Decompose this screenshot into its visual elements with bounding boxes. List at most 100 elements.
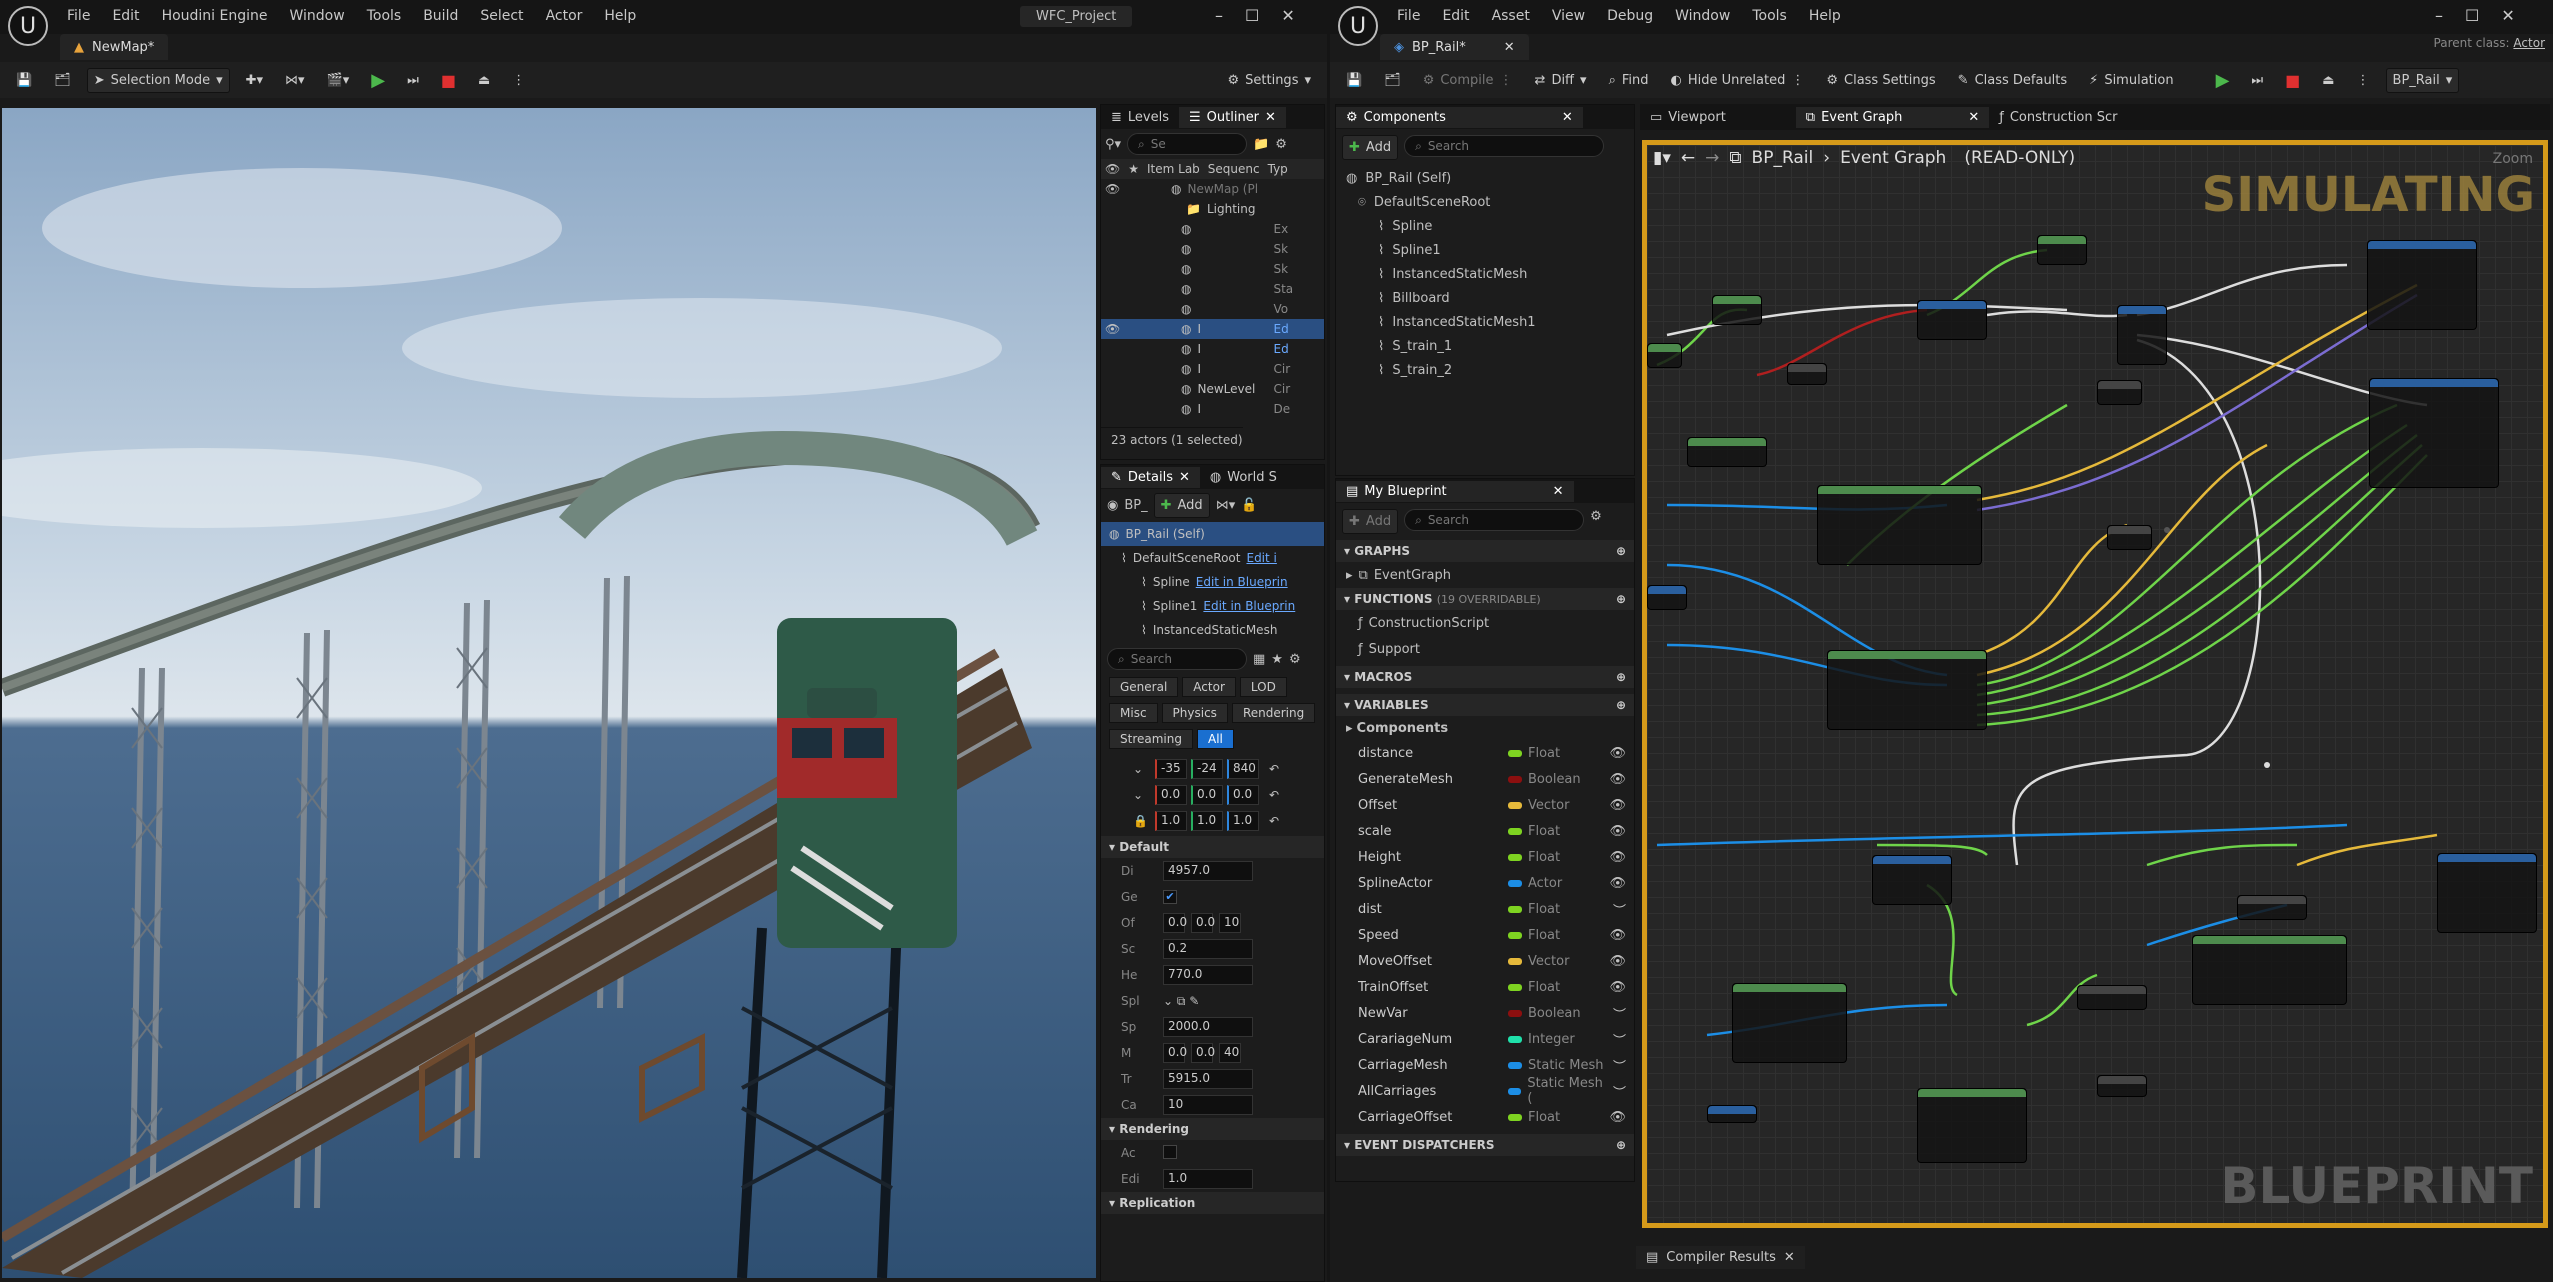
variable-row[interactable]: scale Float 👁 [1336, 818, 1634, 844]
tab-outliner[interactable]: ☰ Outliner ✕ [1179, 106, 1286, 128]
variable-row[interactable]: GenerateMesh Boolean 👁 [1336, 766, 1634, 792]
outliner-row[interactable]: ◍ Vo [1101, 299, 1324, 319]
tab-world-settings[interactable]: ◍ World S [1200, 467, 1287, 488]
close-icon[interactable]: ✕ [1553, 484, 1564, 499]
menu-file[interactable]: File [56, 4, 101, 28]
property-value[interactable]: 770.0 [1163, 965, 1253, 985]
event-graph-item[interactable]: ▸ ⧉ EventGraph [1336, 562, 1634, 588]
transform-field[interactable]: 1.0 [1227, 811, 1259, 831]
compile-button[interactable]: ⚙ Compile ⋮ [1417, 69, 1519, 92]
component-tree-item[interactable]: ⌇ Spline Edit in Blueprin [1101, 570, 1324, 594]
transform-field[interactable]: 840 [1227, 759, 1259, 779]
maximize-icon[interactable]: ☐ [2465, 6, 2479, 25]
component-tree-item[interactable]: ⌇ Spline1 Edit in Blueprin [1101, 594, 1324, 618]
graph-node[interactable] [1712, 295, 1762, 325]
section-event-dispatchers[interactable]: ▾ EVENT DISPATCHERS ⊕ [1336, 1134, 1634, 1156]
graph-node[interactable] [1817, 485, 1982, 565]
transform-field[interactable]: 1.0 [1191, 811, 1223, 831]
variable-row[interactable]: CarariageNum Integer ︶ [1336, 1026, 1634, 1052]
eye-icon[interactable]: 👁 [1609, 980, 1626, 995]
outliner-row[interactable]: 📁 Lighting [1101, 199, 1324, 219]
tab-my-blueprint[interactable]: ▤ My Blueprint ✕ [1336, 480, 1574, 502]
graph-node[interactable] [2107, 525, 2152, 550]
variable-row[interactable]: dist Float ︶ [1336, 896, 1634, 922]
property-value[interactable]: 0.2 [1163, 939, 1253, 959]
outliner-row[interactable]: 👁 ◍ NewMap (Play In Ed [1101, 179, 1324, 199]
vector-field[interactable]: 10 [1219, 913, 1241, 933]
add-member-button[interactable]: ✚ Add [1342, 509, 1399, 534]
menu-view[interactable]: View [1541, 4, 1596, 28]
graph-node[interactable] [1787, 363, 1827, 385]
graph-node[interactable] [2192, 935, 2347, 1005]
component-item[interactable]: ◍ BP_Rail (Self) [1336, 166, 1634, 190]
transform-field[interactable]: 0.0 [1191, 785, 1223, 805]
chevron-down-icon[interactable]: ⌄ [1133, 788, 1151, 802]
variable-row[interactable]: distance Float 👁 [1336, 740, 1634, 766]
gear-icon[interactable]: ⚙ [1590, 509, 1602, 534]
outliner-row[interactable]: ◍ Sk [1101, 259, 1324, 279]
find-button[interactable]: ⌕ Find [1603, 69, 1655, 92]
graph-node[interactable] [2037, 235, 2087, 265]
variable-row[interactable]: SplineActor Actor 👁 [1336, 870, 1634, 896]
tab-bp-rail[interactable]: ◈ BP_Rail* ✕ [1380, 34, 1529, 60]
checkbox[interactable]: ✔ [1163, 890, 1177, 904]
outliner-row[interactable]: ◍ I De [1101, 399, 1324, 419]
graph-node[interactable] [1707, 1105, 1757, 1123]
section-functions[interactable]: ▾ FUNCTIONS (19 OVERRIDABLE) ⊕ [1336, 588, 1634, 610]
eye-icon[interactable]: 👁 [1105, 322, 1120, 336]
component-item[interactable]: ⌇ S_train_2 [1336, 358, 1634, 382]
variable-row[interactable]: MoveOffset Vector 👁 [1336, 948, 1634, 974]
add-icon[interactable]: ⊕ [1616, 698, 1626, 712]
outliner-row[interactable]: 👁 ◍ I Ed [1101, 319, 1324, 339]
graph-node[interactable] [2369, 378, 2499, 488]
save-icon[interactable]: 💾 [10, 69, 38, 92]
lock-icon[interactable]: 🔒 [1133, 814, 1151, 828]
table-icon[interactable]: ▦ [1253, 652, 1265, 667]
play-icon[interactable]: ▶ [2210, 66, 2236, 95]
eye-icon[interactable]: 👁 [1609, 798, 1626, 813]
outliner-search[interactable]: ⌕ Se [1127, 133, 1248, 155]
eye-icon[interactable]: ︶ [1613, 1082, 1626, 1101]
eye-icon[interactable]: 👁 [1609, 850, 1626, 865]
variable-row[interactable]: Height Float 👁 [1336, 844, 1634, 870]
menu-tools[interactable]: Tools [1741, 4, 1798, 28]
tab-details[interactable]: ✎ Details ✕ [1101, 466, 1200, 488]
menu-window[interactable]: Window [279, 4, 356, 28]
browse-icon[interactable]: 🗂 [1378, 69, 1407, 92]
add-component-button[interactable]: ✚ Add [1342, 135, 1399, 160]
minimize-icon[interactable]: – [2435, 6, 2443, 25]
eye-icon[interactable]: ︶ [1613, 900, 1626, 919]
blueprint-options-icon[interactable]: ⋈▾ [1216, 498, 1236, 513]
more-icon[interactable]: ⋮ [2351, 69, 2376, 92]
property-value[interactable]: 2000.0 [1163, 1017, 1253, 1037]
menu-houdini[interactable]: Houdini Engine [151, 4, 279, 28]
vector-field[interactable]: 40 [1219, 1043, 1241, 1063]
function-construction-script[interactable]: ƒ ConstructionScript [1336, 610, 1634, 636]
property-value[interactable]: 10 [1163, 1095, 1253, 1115]
graph-node[interactable] [1647, 585, 1687, 610]
variable-row[interactable]: CarriageMesh Static Mesh ︶ [1336, 1052, 1634, 1078]
component-item[interactable]: ⌇ Spline [1336, 214, 1634, 238]
graph-node[interactable] [1917, 1088, 2027, 1163]
minimize-icon[interactable]: – [1215, 6, 1223, 25]
component-item[interactable]: ⌾ DefaultSceneRoot [1336, 190, 1634, 214]
close-icon[interactable]: ✕ [1562, 110, 1573, 125]
hide-unrelated-button[interactable]: ◐ Hide Unrelated ⋮ [1664, 69, 1810, 92]
filter-chip[interactable]: All [1196, 729, 1234, 749]
level-viewport[interactable] [2, 108, 1096, 1278]
my-blueprint-search[interactable]: ⌕ Search [1404, 509, 1585, 531]
variable-row[interactable]: Speed Float 👁 [1336, 922, 1634, 948]
menu-asset[interactable]: Asset [1481, 4, 1541, 28]
eye-icon[interactable]: 👁 [1609, 824, 1626, 839]
eye-icon[interactable]: 👁 [1609, 1110, 1626, 1125]
vector-field[interactable]: 0.0 [1191, 913, 1215, 933]
maximize-icon[interactable]: ☐ [1245, 6, 1259, 25]
section-macros[interactable]: ▾ MACROS ⊕ [1336, 666, 1634, 688]
eject-icon[interactable]: ⏏ [472, 69, 496, 92]
close-icon[interactable]: ✕ [1179, 470, 1190, 485]
section-graphs[interactable]: ▾ GRAPHS ⊕ [1336, 540, 1634, 562]
graph-node[interactable] [1687, 437, 1767, 467]
transform-field[interactable]: 0.0 [1155, 785, 1187, 805]
variable-row[interactable]: Offset Vector 👁 [1336, 792, 1634, 818]
content-icon[interactable]: 🗂 [48, 69, 77, 92]
